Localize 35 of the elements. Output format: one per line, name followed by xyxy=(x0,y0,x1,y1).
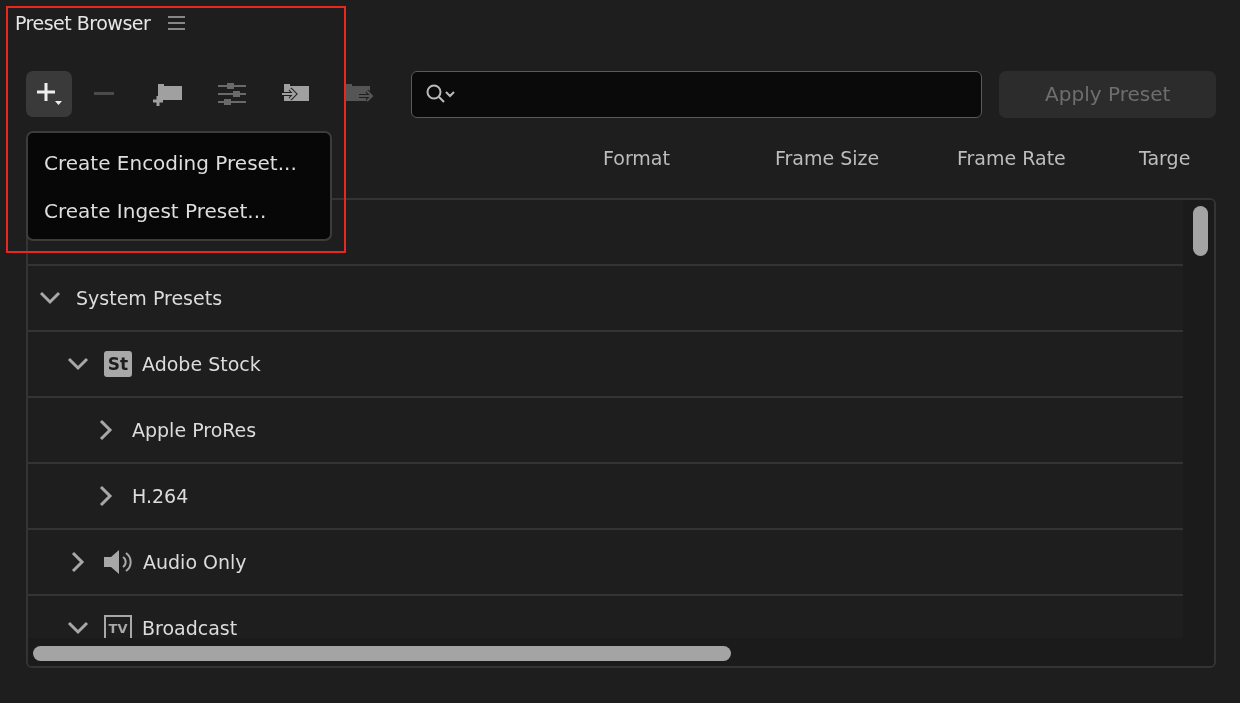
plus-icon xyxy=(35,81,62,107)
chevron-icon[interactable] xyxy=(99,485,113,507)
search-icon xyxy=(426,84,457,104)
tree-row[interactable]: System Presets xyxy=(28,266,1185,332)
menu-item[interactable]: Create Ingest Preset... xyxy=(28,187,330,235)
column-header[interactable]: Format xyxy=(603,147,670,169)
tree-item-label: H.264 xyxy=(132,485,189,507)
chevron-icon[interactable] xyxy=(99,419,113,441)
vertical-scrollbar-thumb[interactable] xyxy=(1193,206,1208,256)
sliders-icon[interactable] xyxy=(217,83,246,105)
tree-item-label: Broadcast xyxy=(142,617,238,639)
column-header[interactable]: Frame Size xyxy=(775,147,880,169)
stock-icon: St xyxy=(104,351,132,377)
tree-row[interactable]: St Adobe Stock xyxy=(28,332,1185,398)
tree-row[interactable]: Apple ProRes xyxy=(28,398,1185,464)
menu-item[interactable]: Create Encoding Preset... xyxy=(28,139,330,187)
tree-item-label: Apple ProRes xyxy=(132,419,257,441)
tree-item-label: Adobe Stock xyxy=(142,353,261,375)
search-field[interactable] xyxy=(411,70,983,118)
panel-title: Preset Browser xyxy=(15,12,151,34)
tree-item-label: System Presets xyxy=(76,287,223,309)
chevron-icon[interactable] xyxy=(67,357,89,371)
speaker-icon xyxy=(104,549,133,575)
tree-item-label: Audio Only xyxy=(143,551,247,573)
column-header[interactable]: Frame Rate xyxy=(957,147,1066,169)
chevron-icon[interactable] xyxy=(39,291,61,305)
column-header[interactable]: Targe xyxy=(1139,147,1191,169)
menu-icon[interactable] xyxy=(168,16,186,30)
new-folder-icon[interactable] xyxy=(152,82,183,106)
chevron-icon[interactable] xyxy=(67,621,89,635)
add-button[interactable] xyxy=(26,71,72,117)
tree-row[interactable]: Audio Only xyxy=(28,530,1185,596)
tree-row[interactable]: H.264 xyxy=(28,464,1185,530)
chevron-icon[interactable] xyxy=(71,551,85,573)
horizontal-scrollbar-thumb[interactable] xyxy=(33,646,731,661)
